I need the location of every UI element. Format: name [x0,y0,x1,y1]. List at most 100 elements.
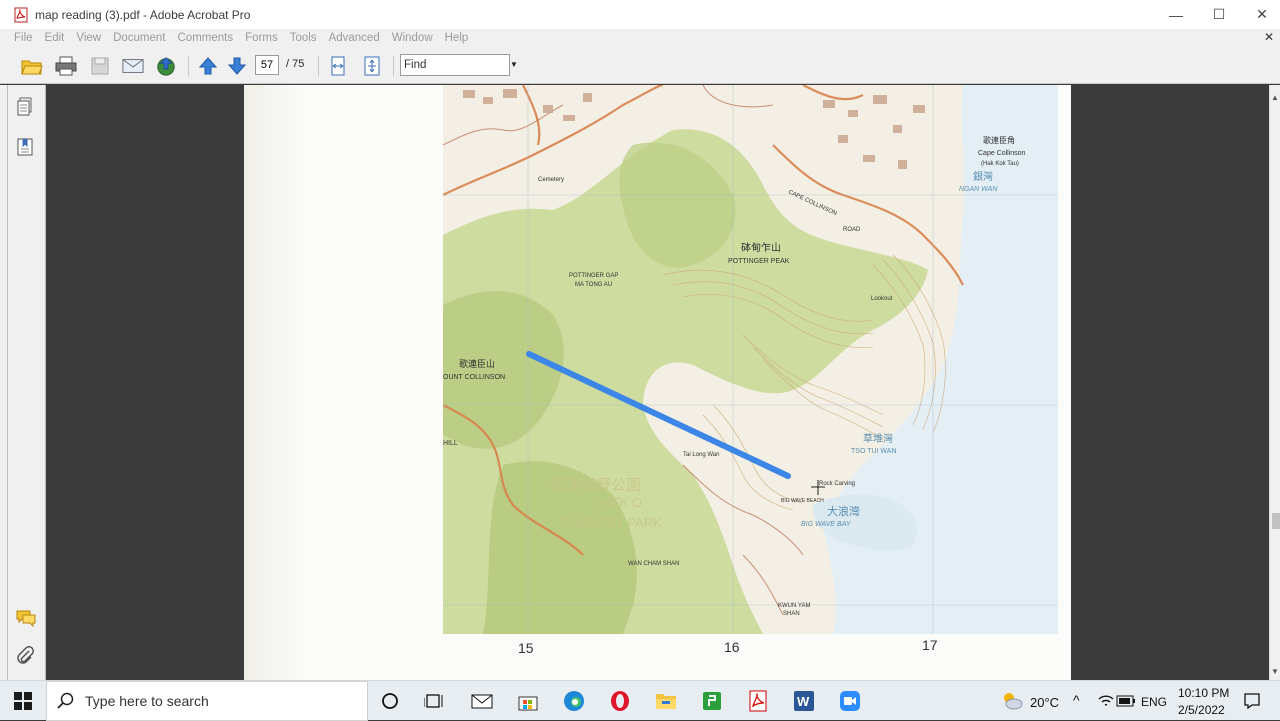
map-label-tso-tui-wan: TSO TUI WAN [851,448,897,455]
menu-tools[interactable]: Tools [290,32,317,44]
map-label-pottinger-gap: POTTINGER GAP [569,273,618,279]
maximize-button[interactable]: ☐ [1197,0,1241,29]
title-bar: map reading (3).pdf - Adobe Acrobat Pro … [0,0,1280,29]
map-label-road: ROAD [843,227,861,233]
topographic-map: 歌連臣角 Cape Collinson (Hak Kok Tau) 銀灣 NGA… [443,85,1058,634]
edge-browser-icon[interactable] [562,689,586,713]
bookmarks-panel-icon[interactable] [15,137,35,157]
menu-document[interactable]: Document [113,32,165,44]
word-icon[interactable]: W [792,689,816,713]
mail-icon[interactable] [470,689,494,713]
map-label-lookout: Lookout [871,296,893,302]
toolbar-separator [393,56,394,76]
map-label-ngan-wan: NGAN WAN [959,186,998,193]
store-icon[interactable] [516,689,540,713]
map-label-tso-tui-wan-cn: 草堆灣 [863,433,893,445]
attachments-paperclip-icon[interactable] [15,646,35,666]
windows-logo-icon [14,692,32,710]
scroll-down-icon[interactable]: ▼ [1271,667,1279,676]
svg-text:W: W [797,694,810,709]
minimize-button[interactable]: — [1154,0,1198,29]
menu-advanced[interactable]: Advanced [329,32,380,44]
next-page-icon[interactable] [226,55,248,77]
map-label-kwun-yam: KWUN YAM [778,603,810,609]
map-label-country-park: COUNTRY PARK [560,515,662,530]
menu-file[interactable]: File [14,32,33,44]
map-label-big-wave-bay-cn: 大浪灣 [827,504,860,518]
pages-panel-icon[interactable] [15,97,35,117]
battery-icon[interactable] [1114,689,1138,713]
zoom-icon[interactable] [838,689,862,713]
language-indicator[interactable]: ENG [1141,695,1167,709]
weather-temperature: 20°C [1030,695,1060,710]
taskbar-search-box[interactable]: Type here to search [46,681,368,721]
grid-label-17: 17 [922,637,938,653]
menu-help[interactable]: Help [445,32,469,44]
map-label-hill: HILL [443,440,458,447]
document-close-button[interactable]: ✕ [1264,30,1274,44]
find-input[interactable]: Find [400,54,510,76]
toolbar-separator [188,56,189,76]
map-label-wan-cham-shan: WAN CHAM SHAN [628,561,679,567]
print-icon[interactable] [55,55,77,77]
map-label-tai-long-wan: Tai Long Wan [683,452,719,458]
windows-start-button[interactable] [0,681,46,721]
map-label-big-wave-bay: BIG WAVE BAY [801,521,852,528]
fit-width-icon[interactable] [327,55,349,77]
map-label-pottinger-peak-cn: 砵甸乍山 [741,241,781,254]
map-label-cemetery: Cemetery [538,177,564,183]
map-label-cape-collinson-cn: 歌連臣角 [983,135,1015,145]
fit-page-icon[interactable] [361,55,383,77]
map-label-shek-o-park-cn: 石澳郊野公園 [551,477,641,494]
map-label-shan: SHAN [783,611,800,617]
page-total-label: / 75 [286,58,305,70]
map-label-mount-collinson: OUNT COLLINSON [443,374,505,381]
share-globe-icon[interactable] [155,55,177,77]
find-dropdown-icon[interactable]: ▼ [510,60,518,69]
search-icon [57,692,74,709]
weather-icon[interactable] [1000,689,1024,713]
scroll-up-icon[interactable]: ▲ [1271,93,1279,102]
menu-forms[interactable]: Forms [245,32,278,44]
map-label-rock-carving: Rock Carving [819,481,855,487]
green-app-icon[interactable] [700,689,724,713]
page-scan-shadow [244,85,304,680]
save-icon[interactable] [89,55,111,77]
previous-page-icon[interactable] [197,55,219,77]
menu-comments[interactable]: Comments [178,32,234,44]
comments-panel-icon[interactable] [15,608,36,628]
map-label-mount-collinson-cn: 歌連臣山 [459,358,495,369]
map-label-cape-collinson: Cape Collinson [978,150,1026,157]
menu-view[interactable]: View [76,32,101,44]
notifications-icon[interactable] [1240,689,1264,713]
adobe-acrobat-icon[interactable] [746,689,770,713]
document-viewer[interactable]: 歌連臣角 Cape Collinson (Hak Kok Tau) 銀灣 NGA… [46,85,1269,680]
menu-window[interactable]: Window [392,32,433,44]
open-folder-icon[interactable] [21,55,43,77]
cortana-icon[interactable] [378,689,402,713]
show-hidden-icons-chevron-icon[interactable]: ^ [1073,692,1080,708]
map-label-hak-kok-tau: (Hak Kok Tau) [981,161,1019,167]
clock-date[interactable]: 2/5/2022 [1178,703,1225,717]
scroll-thumb[interactable] [1272,513,1280,529]
toolbar-separator [318,56,319,76]
grid-label-15: 15 [518,640,534,656]
taskbar: Type here to search W 20°C ^ ENG 10:10 P… [0,680,1280,721]
map-label-ngan-wan-cn: 銀灣 [973,170,993,183]
map-label-shek-o: SHEK O [593,495,642,510]
map-label-big-wave-beach: BIG WAVE BEACH [781,498,824,504]
task-view-icon[interactable] [422,689,446,713]
vertical-scrollbar[interactable]: ▲ ▼ [1269,85,1280,680]
clock-time[interactable]: 10:10 PM [1178,686,1229,700]
navigation-pane [0,85,46,680]
search-placeholder: Type here to search [85,693,209,709]
toolbar [0,47,1280,84]
email-icon[interactable] [122,55,144,77]
pdf-page: 歌連臣角 Cape Collinson (Hak Kok Tau) 銀灣 NGA… [244,85,1071,680]
file-explorer-icon[interactable] [654,689,678,713]
opera-browser-icon[interactable] [608,689,632,713]
page-number-input[interactable]: 57 [255,55,279,75]
menu-bar: File Edit View Document Comments Forms T… [0,29,1280,47]
close-button[interactable]: ✕ [1240,0,1280,29]
menu-edit[interactable]: Edit [45,32,65,44]
